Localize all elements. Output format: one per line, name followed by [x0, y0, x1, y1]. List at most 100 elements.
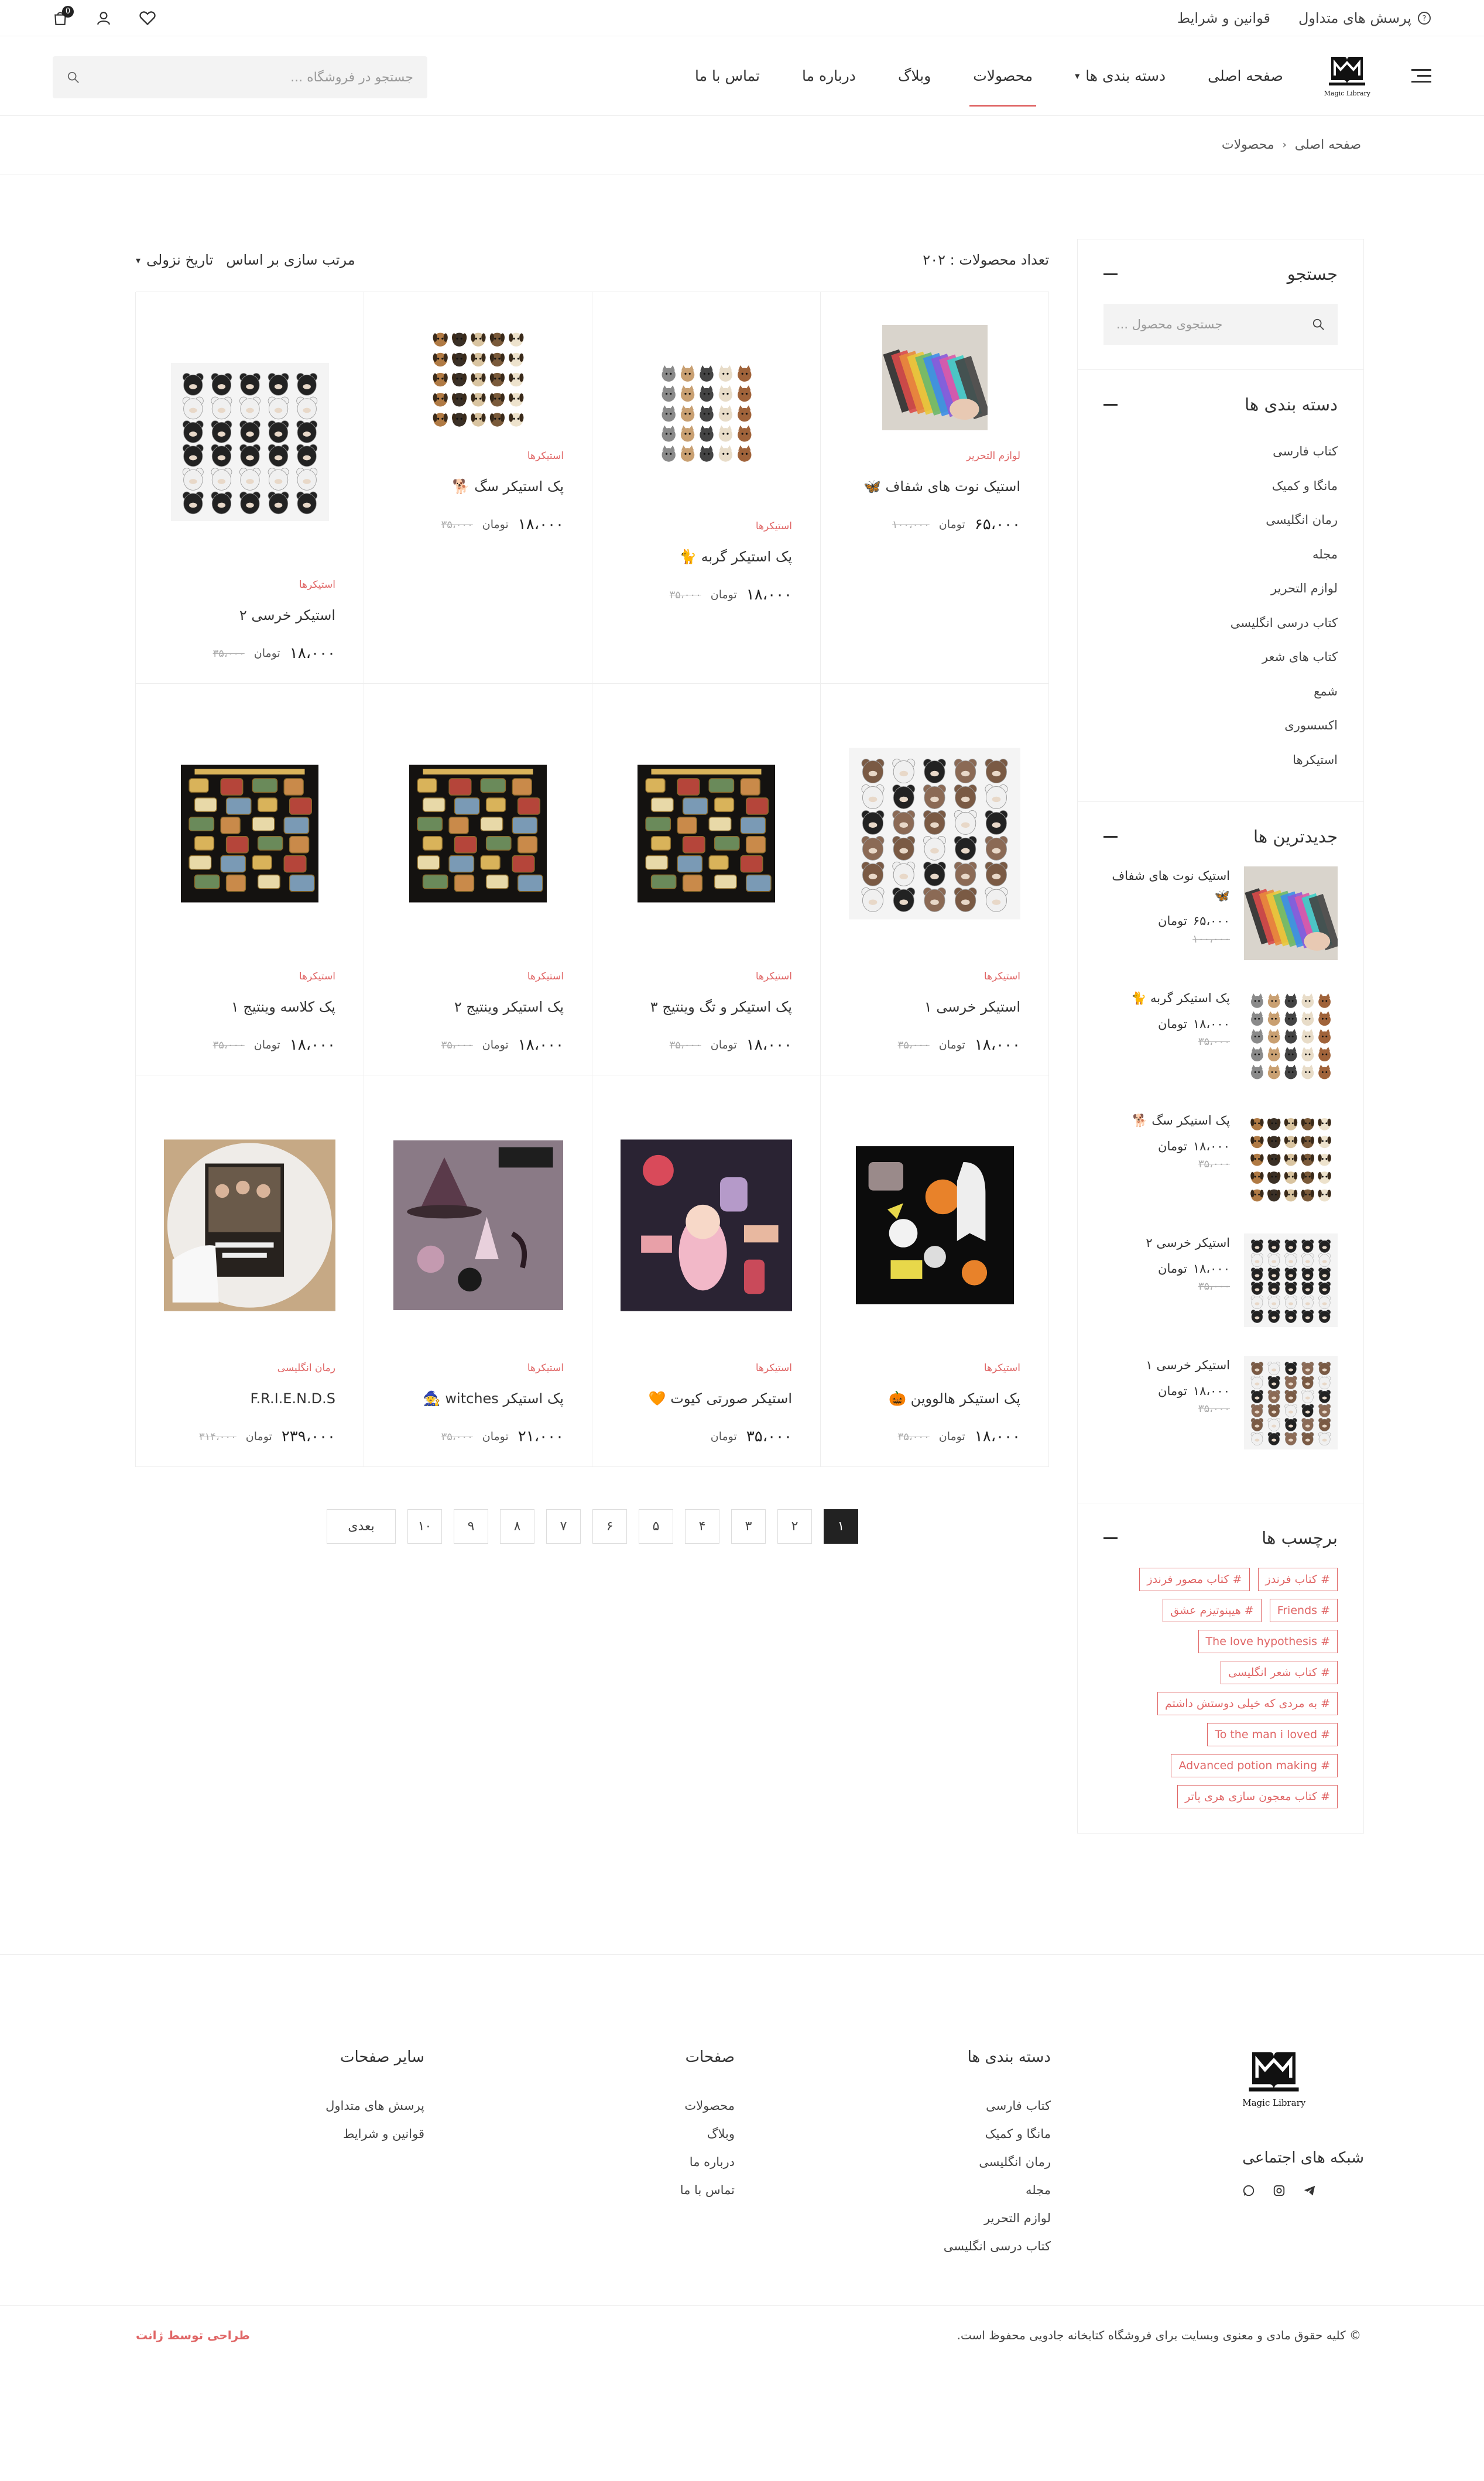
category-item[interactable]: کتاب درسی انگلیسی — [1103, 606, 1338, 640]
product-category[interactable]: لوازم التحریر — [967, 450, 1020, 462]
next-page-button[interactable]: بعدی — [327, 1509, 396, 1544]
user-icon[interactable] — [96, 11, 111, 26]
nav-products[interactable]: محصولات — [969, 50, 1037, 107]
product-card[interactable]: استیکرها استیکر خرسی ۲ ۱۸،۰۰۰ تومان ۳۵،۰… — [135, 292, 364, 684]
nav-about[interactable]: درباره ما — [802, 50, 856, 102]
footer-link[interactable]: مجله — [944, 2176, 1051, 2204]
product-card[interactable]: استیکرها استیکر خرسی ۱ ۱۸،۰۰۰ تومان ۳۵،۰… — [820, 684, 1048, 1075]
product-title[interactable]: F.R.I.E.N.D.S — [251, 1390, 335, 1407]
product-title[interactable]: پک استیکر گربه 🐈 — [679, 549, 792, 565]
tag-link[interactable]: # Advanced potion making — [1171, 1754, 1338, 1777]
page-button[interactable]: ۸ — [500, 1509, 534, 1544]
sort-select[interactable]: تاریخ نزولی ▾ — [136, 252, 213, 268]
sidebar-categories-header[interactable]: دسته بندی ها — [1103, 395, 1338, 414]
product-search-field[interactable]: جستجوی محصول ... — [1103, 304, 1338, 345]
latest-product-thumb[interactable] — [1244, 1233, 1338, 1327]
collapse-icon[interactable] — [1103, 403, 1118, 406]
latest-product-item[interactable]: پک استیکر سگ 🐕 ۱۸،۰۰۰ تومان ۳۵،۰۰۰ — [1103, 1111, 1338, 1233]
site-logo[interactable]: Magic Library — [1324, 54, 1370, 97]
product-title[interactable]: استیکر صورتی کیوت 🧡 — [649, 1390, 792, 1407]
product-category[interactable]: رمان انگلیسی — [277, 1362, 335, 1374]
product-title[interactable]: پک استیکر سگ 🐕 — [453, 478, 564, 495]
latest-product-thumb[interactable] — [1244, 866, 1340, 960]
hamburger-menu-icon[interactable] — [1411, 68, 1431, 84]
latest-product-item[interactable]: استیک نوت های شفاف 🦋 ۶۵،۰۰۰ تومان ۱۰۰،۰۰… — [1103, 866, 1340, 989]
product-category[interactable]: استیکرها — [299, 971, 335, 982]
collapse-icon[interactable] — [1103, 273, 1118, 275]
whatsapp-icon[interactable] — [1242, 2184, 1255, 2200]
footer-link[interactable]: مانگا و کمیک — [944, 2120, 1051, 2148]
product-title[interactable]: استیکر خرسی ۲ — [239, 607, 335, 623]
sidebar-tags-header[interactable]: برچسب ها — [1103, 1528, 1338, 1548]
page-button[interactable]: ۴ — [685, 1509, 719, 1544]
category-item[interactable]: مجله — [1103, 537, 1338, 572]
category-item[interactable]: مانگا و کمیک — [1103, 469, 1338, 503]
product-category[interactable]: استیکرها — [527, 450, 564, 462]
product-title[interactable]: استیک نوت های شفاف 🦋 — [863, 478, 1020, 495]
sidebar-search-header[interactable]: جستجو — [1103, 264, 1338, 284]
cart-icon[interactable]: 0 — [53, 5, 74, 26]
tag-link[interactable]: # کتاب مصور فرندز — [1139, 1568, 1250, 1591]
footer-link[interactable]: قوانین و شرایط — [325, 2120, 424, 2148]
category-item[interactable]: شمع — [1103, 674, 1338, 709]
product-category[interactable]: استیکرها — [527, 971, 564, 982]
breadcrumb-home[interactable]: صفحه اصلی — [1295, 138, 1361, 152]
product-image[interactable] — [849, 313, 1020, 442]
search-icon[interactable] — [67, 71, 80, 84]
nav-blog[interactable]: وبلاگ — [898, 50, 931, 102]
tag-link[interactable]: # کتاب فرندز — [1257, 1568, 1338, 1591]
product-image[interactable] — [164, 705, 335, 962]
product-title[interactable]: استیکر خرسی ۱ — [924, 999, 1020, 1015]
latest-product-item[interactable]: استیکر خرسی ۱ ۱۸،۰۰۰ تومان ۳۵،۰۰۰ — [1103, 1356, 1338, 1478]
product-image[interactable] — [164, 1096, 335, 1354]
footer-link[interactable]: کتاب درسی انگلیسی — [944, 2232, 1051, 2260]
nav-home[interactable]: صفحه اصلی — [1208, 50, 1283, 102]
product-category[interactable]: استیکرها — [756, 971, 792, 982]
latest-product-item[interactable]: استیکر خرسی ۲ ۱۸،۰۰۰ تومان ۳۵،۰۰۰ — [1103, 1233, 1338, 1356]
instagram-icon[interactable] — [1273, 2184, 1286, 2200]
heart-icon[interactable] — [139, 11, 156, 26]
product-title[interactable]: پک استیکر هالووین 🎃 — [889, 1390, 1020, 1407]
product-card[interactable]: رمان انگلیسی F.R.I.E.N.D.S ۲۳۹،۰۰۰ تومان… — [135, 1075, 364, 1467]
latest-product-title[interactable]: استیکر خرسی ۲ — [1146, 1233, 1230, 1253]
product-card[interactable]: استیکرها پک استیکر وینتیج ۲ ۱۸،۰۰۰ تومان… — [364, 684, 592, 1075]
page-button[interactable]: ۱ — [824, 1509, 858, 1544]
product-image[interactable] — [392, 705, 564, 962]
search-icon[interactable] — [1312, 318, 1325, 331]
category-item[interactable]: اکسسوری — [1103, 708, 1338, 743]
footer-link[interactable]: وبلاگ — [680, 2120, 735, 2148]
product-image[interactable] — [392, 1096, 564, 1354]
product-category[interactable]: استیکرها — [756, 1362, 792, 1374]
designer-credit[interactable]: طراحی توسط ژانت — [136, 2328, 250, 2342]
tag-link[interactable]: # کتاب شعر انگلیسی — [1221, 1661, 1338, 1684]
product-card[interactable]: استیکرها پک استیکر و تگ وینتیج ۳ ۱۸،۰۰۰ … — [592, 684, 820, 1075]
terms-link[interactable]: قوانین و شرایط — [1177, 10, 1270, 26]
product-image[interactable] — [849, 705, 1020, 962]
latest-product-thumb[interactable] — [1244, 1111, 1338, 1205]
footer-link[interactable]: محصولات — [680, 2092, 735, 2120]
product-title[interactable]: پک استیکر وینتیج ۲ — [454, 999, 564, 1015]
latest-product-title[interactable]: استیک نوت های شفاف 🦋 — [1103, 866, 1230, 906]
faq-link[interactable]: ? پرسش های متداول — [1298, 10, 1431, 26]
latest-product-title[interactable]: پک استیکر گربه 🐈 — [1131, 989, 1230, 1009]
product-category[interactable]: استیکرها — [984, 971, 1020, 982]
page-button[interactable]: ۲ — [777, 1509, 812, 1544]
latest-product-item[interactable]: پک استیکر گربه 🐈 ۱۸،۰۰۰ تومان ۳۵،۰۰۰ — [1103, 989, 1338, 1111]
tag-link[interactable]: # The love hypothesis — [1198, 1630, 1338, 1653]
category-item[interactable]: کتاب های شعر — [1103, 640, 1338, 674]
product-image[interactable] — [164, 313, 335, 571]
page-button[interactable]: ۶ — [592, 1509, 627, 1544]
category-item[interactable]: رمان انگلیسی — [1103, 503, 1338, 537]
latest-product-title[interactable]: پک استیکر سگ 🐕 — [1133, 1111, 1231, 1131]
product-image[interactable] — [849, 1096, 1020, 1354]
product-title[interactable]: پک استیکر و تگ وینتیج ۳ — [650, 999, 792, 1015]
latest-product-title[interactable]: استیکر خرسی ۱ — [1146, 1356, 1230, 1376]
latest-product-thumb[interactable] — [1244, 989, 1338, 1082]
product-title[interactable]: پک استیکر witches 🧙 — [423, 1390, 564, 1407]
nav-contact[interactable]: تماس با ما — [695, 50, 760, 102]
product-image[interactable] — [621, 313, 792, 512]
sidebar-latest-header[interactable]: جدیدترین ها — [1103, 827, 1338, 847]
footer-link[interactable]: پرسش های متداول — [325, 2092, 424, 2120]
product-card[interactable]: لوازم التحریر استیک نوت های شفاف 🦋 ۶۵،۰۰… — [820, 292, 1048, 684]
product-image[interactable] — [392, 313, 564, 442]
